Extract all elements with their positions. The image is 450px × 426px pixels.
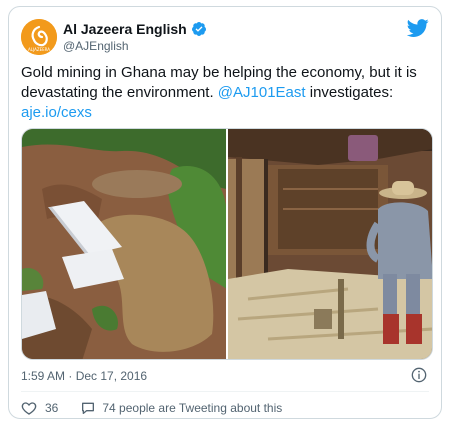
heart-icon bbox=[21, 402, 37, 415]
tweet-text-part2: investigates: bbox=[305, 84, 394, 101]
speech-bubble-icon bbox=[82, 402, 95, 414]
divider bbox=[21, 391, 429, 392]
tweet-text: Gold mining in Ghana may be helping the … bbox=[21, 63, 431, 123]
tweet-timestamp[interactable]: 1:59 AM · Dec 17, 2016 bbox=[21, 369, 147, 383]
miner-photo[interactable] bbox=[228, 129, 432, 359]
author-name[interactable]: Al Jazeera English bbox=[63, 21, 187, 37]
mention-link[interactable]: @AJ101East bbox=[218, 84, 306, 101]
tweet-card: ALJAZEERA Al Jazeera English @AJEnglish … bbox=[8, 6, 442, 419]
like-count: 36 bbox=[45, 401, 59, 415]
tweet-actions: 36 74 people are Tweeting about this bbox=[21, 399, 282, 417]
author-name-row[interactable]: Al Jazeera English bbox=[63, 21, 207, 37]
article-link[interactable]: aje.io/cexs bbox=[21, 104, 92, 121]
author-handle[interactable]: @AJEnglish bbox=[63, 39, 129, 53]
tweeting-about-text: 74 people are Tweeting about this bbox=[102, 401, 283, 415]
svg-text:ALJAZEERA: ALJAZEERA bbox=[28, 47, 50, 52]
twitter-bird-icon[interactable] bbox=[406, 17, 429, 39]
info-icon[interactable] bbox=[411, 367, 427, 383]
tweeting-about-link[interactable]: 74 people are Tweeting about this bbox=[80, 400, 282, 416]
media-gallery[interactable] bbox=[21, 128, 433, 360]
aerial-mining-photo[interactable] bbox=[22, 129, 226, 359]
like-button[interactable]: 36 bbox=[21, 400, 80, 416]
avatar[interactable]: ALJAZEERA bbox=[21, 19, 57, 55]
al-jazeera-logo-icon: ALJAZEERA bbox=[21, 19, 57, 55]
verified-badge-icon bbox=[191, 21, 207, 37]
